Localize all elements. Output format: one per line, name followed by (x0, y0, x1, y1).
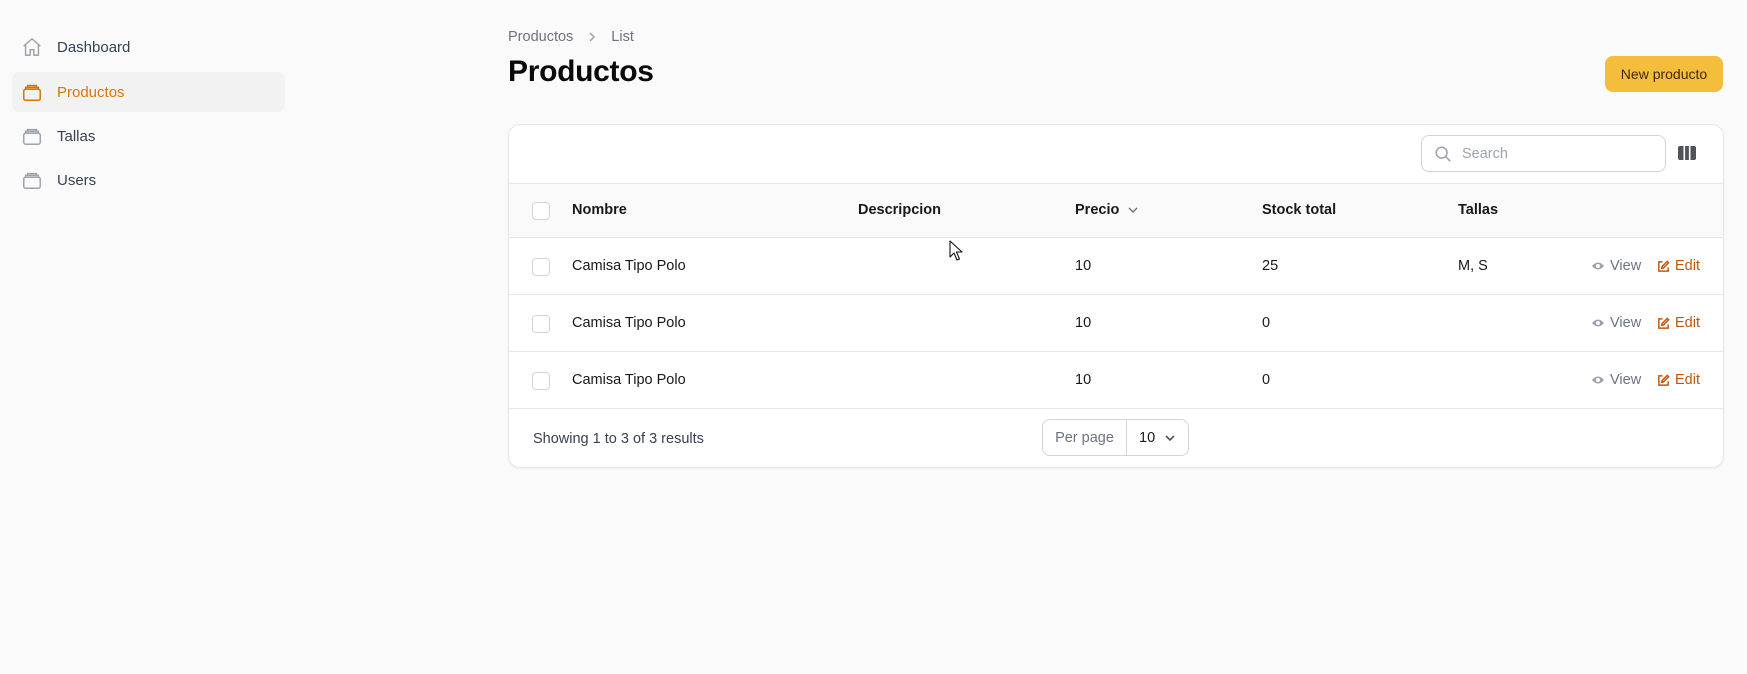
table-row[interactable]: Camisa Tipo Polo 10 0 View Edit (509, 295, 1723, 351)
cell-precio: 10 (1075, 372, 1092, 388)
view-label: View (1610, 372, 1642, 388)
sidebar: Dashboard Productos Tallas Users (0, 0, 300, 674)
chevron-right-icon (587, 31, 597, 43)
cell-nombre: Camisa Tipo Polo (572, 372, 686, 388)
view-button[interactable]: View (1591, 372, 1641, 388)
sort-chevron-down-icon (1127, 206, 1139, 214)
row-checkbox[interactable] (532, 315, 550, 333)
edit-icon (1657, 373, 1670, 387)
sidebar-item-dashboard[interactable]: Dashboard (12, 27, 285, 67)
search-field[interactable] (1421, 135, 1666, 172)
column-header-label: Precio (1075, 202, 1120, 218)
sidebar-item-label: Users (57, 171, 97, 189)
cell-nombre: Camisa Tipo Polo (572, 258, 686, 274)
per-page-select[interactable]: 10 (1127, 430, 1188, 446)
column-header-nombre: Nombre (572, 202, 627, 218)
new-producto-button[interactable]: New producto (1605, 56, 1723, 92)
page-title: Productos (508, 55, 654, 88)
eye-icon (1591, 375, 1605, 385)
eye-icon (1591, 261, 1605, 271)
table-row[interactable]: Camisa Tipo Polo 10 25 M, S View Edit (509, 238, 1723, 294)
row-checkbox[interactable] (532, 372, 550, 390)
edit-label: Edit (1675, 315, 1700, 331)
edit-label: Edit (1675, 258, 1700, 274)
eye-icon (1591, 318, 1605, 328)
edit-button[interactable]: Edit (1657, 258, 1700, 274)
chevron-down-icon (1164, 434, 1176, 442)
home-icon (21, 36, 43, 58)
edit-icon (1657, 259, 1670, 273)
edit-icon (1657, 316, 1670, 330)
sidebar-item-tallas[interactable]: Tallas (12, 116, 285, 156)
cell-stock-total: 0 (1262, 372, 1271, 388)
edit-button[interactable]: Edit (1657, 315, 1700, 331)
breadcrumb: Productos List (508, 29, 634, 45)
sidebar-item-label: Tallas (57, 127, 96, 145)
pagination-summary: Showing 1 to 3 of 3 results (533, 431, 704, 447)
column-header-tallas: Tallas (1458, 202, 1499, 218)
sidebar-item-users[interactable]: Users (12, 160, 285, 200)
select-all-checkbox[interactable] (532, 202, 550, 220)
table-row[interactable]: Camisa Tipo Polo 10 0 View Edit (509, 352, 1723, 408)
view-label: View (1610, 315, 1642, 331)
per-page-label: Per page (1043, 420, 1127, 455)
per-page-value: 10 (1139, 429, 1156, 446)
edit-button[interactable]: Edit (1657, 372, 1700, 388)
stack-icon (21, 125, 43, 147)
search-icon (1434, 145, 1452, 163)
sidebar-item-label: Productos (57, 83, 125, 101)
edit-label: Edit (1675, 372, 1700, 388)
search-input[interactable] (1462, 145, 1652, 162)
per-page-control: Per page 10 (1042, 419, 1189, 456)
mouse-cursor-icon (949, 240, 963, 261)
view-label: View (1610, 258, 1642, 274)
row-checkbox[interactable] (532, 258, 550, 276)
cell-nombre: Camisa Tipo Polo (572, 315, 686, 331)
column-header-precio[interactable]: Precio (1075, 202, 1139, 218)
view-button[interactable]: View (1591, 315, 1641, 331)
cell-precio: 10 (1075, 258, 1092, 274)
column-header-descripcion: Descripcion (858, 202, 941, 218)
columns-toggle-icon[interactable] (1677, 143, 1697, 163)
table-header: Nombre Descripcion Precio Stock total Ta… (509, 184, 1723, 237)
cell-precio: 10 (1075, 315, 1092, 331)
cell-tallas: M, S (1458, 258, 1488, 274)
view-button[interactable]: View (1591, 258, 1641, 274)
breadcrumb-link-productos[interactable]: Productos (508, 29, 573, 45)
cell-stock-total: 0 (1262, 315, 1271, 331)
sidebar-item-label: Dashboard (57, 38, 131, 56)
stack-icon (21, 169, 43, 191)
breadcrumb-current: List (611, 29, 634, 45)
stack-icon (21, 81, 43, 103)
column-header-stock-total: Stock total (1262, 202, 1337, 218)
cell-stock-total: 25 (1262, 258, 1279, 274)
products-table-card: Nombre Descripcion Precio Stock total Ta… (508, 124, 1724, 468)
sidebar-item-productos[interactable]: Productos (12, 72, 285, 112)
